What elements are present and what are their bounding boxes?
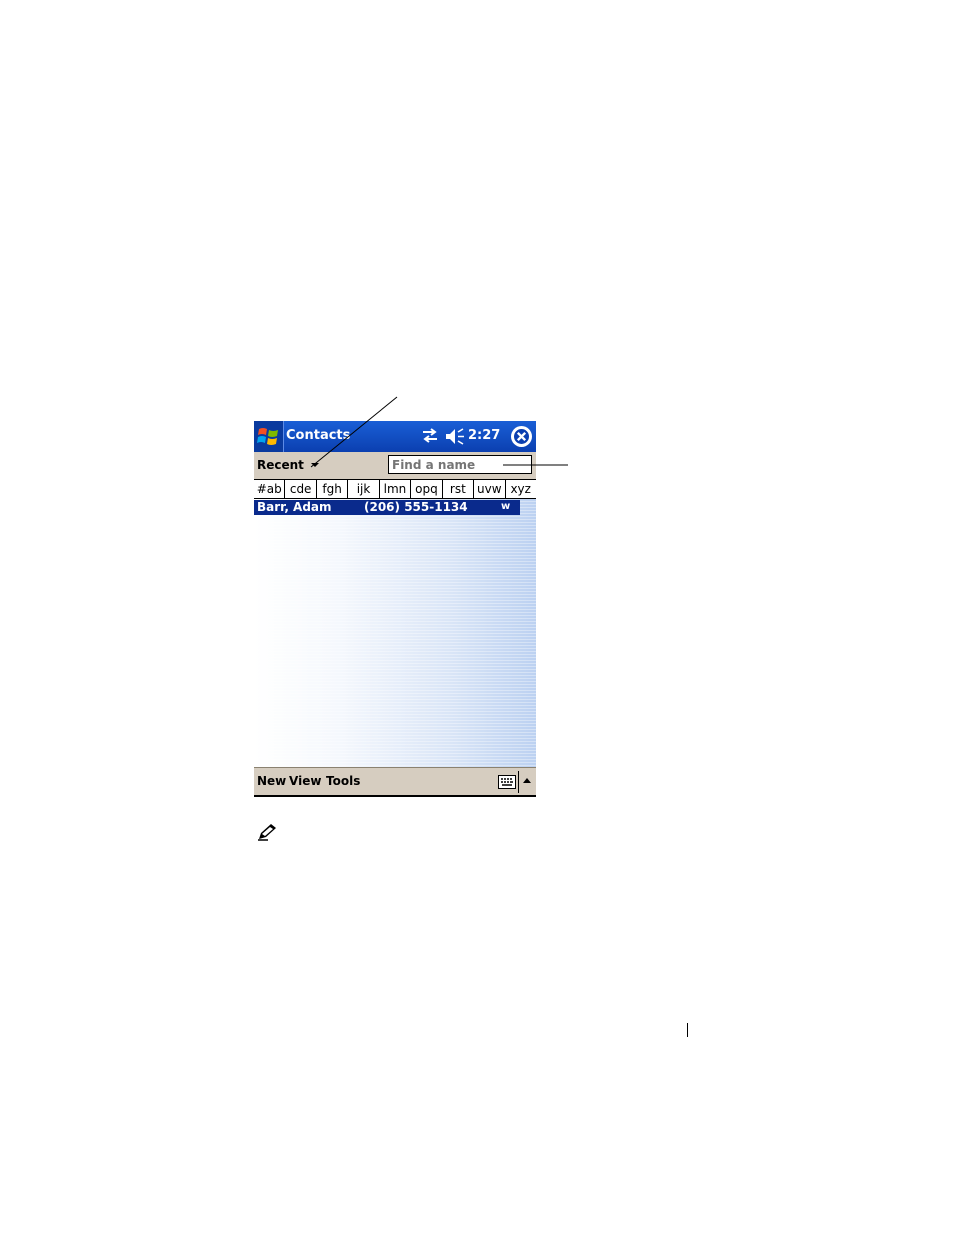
letter-tab[interactable]: opq bbox=[411, 480, 443, 498]
dropdown-arrow-icon[interactable] bbox=[311, 463, 319, 467]
letter-tab[interactable]: cde bbox=[285, 480, 317, 498]
letter-tab[interactable]: fgh bbox=[317, 480, 349, 498]
close-button[interactable] bbox=[511, 426, 532, 447]
volume-icon[interactable] bbox=[445, 428, 465, 445]
connectivity-icon[interactable] bbox=[421, 428, 439, 444]
contact-phone-type: w bbox=[501, 501, 511, 512]
letter-tab[interactable]: lmn bbox=[380, 480, 412, 498]
menu-new[interactable]: New bbox=[257, 774, 286, 788]
letter-tab[interactable]: rst bbox=[443, 480, 475, 498]
letter-tabs: #ab cde fgh ijk lmn opq rst uvw xyz bbox=[254, 479, 536, 499]
clock[interactable]: 2:27 bbox=[468, 428, 500, 443]
contact-phone: (206) 555-1134 bbox=[364, 500, 468, 514]
find-name-input[interactable] bbox=[388, 455, 532, 474]
sip-up-arrow-icon[interactable] bbox=[523, 778, 531, 783]
close-icon bbox=[511, 426, 532, 447]
menu-view[interactable]: View bbox=[289, 774, 321, 788]
command-bar: New View Tools bbox=[254, 767, 536, 797]
filter-bar: Recent bbox=[254, 452, 536, 479]
contact-list[interactable]: Barr, Adam (206) 555-1134 w bbox=[254, 499, 536, 767]
keyboard-icon[interactable] bbox=[498, 775, 516, 789]
pocketpc-contacts-screen: Contacts 2:27 Recent #ab cde fgh ijk lmn… bbox=[254, 421, 536, 797]
windows-flag-icon bbox=[257, 428, 278, 445]
contact-name: Barr, Adam bbox=[257, 500, 332, 514]
page-margin-marker bbox=[687, 1023, 688, 1037]
category-dropdown[interactable]: Recent bbox=[257, 458, 304, 472]
note-pencil-icon bbox=[256, 822, 278, 842]
letter-tab[interactable]: ijk bbox=[348, 480, 380, 498]
letter-tab[interactable]: uvw bbox=[474, 480, 506, 498]
sip-separator bbox=[518, 771, 519, 793]
letter-tab[interactable]: xyz bbox=[506, 480, 536, 498]
contact-row[interactable]: Barr, Adam (206) 555-1134 w bbox=[254, 500, 520, 515]
menu-tools[interactable]: Tools bbox=[326, 774, 360, 788]
title-bar: Contacts 2:27 bbox=[254, 421, 536, 452]
app-title: Contacts bbox=[286, 428, 351, 443]
start-button[interactable] bbox=[254, 421, 284, 452]
letter-tab[interactable]: #ab bbox=[254, 480, 286, 498]
